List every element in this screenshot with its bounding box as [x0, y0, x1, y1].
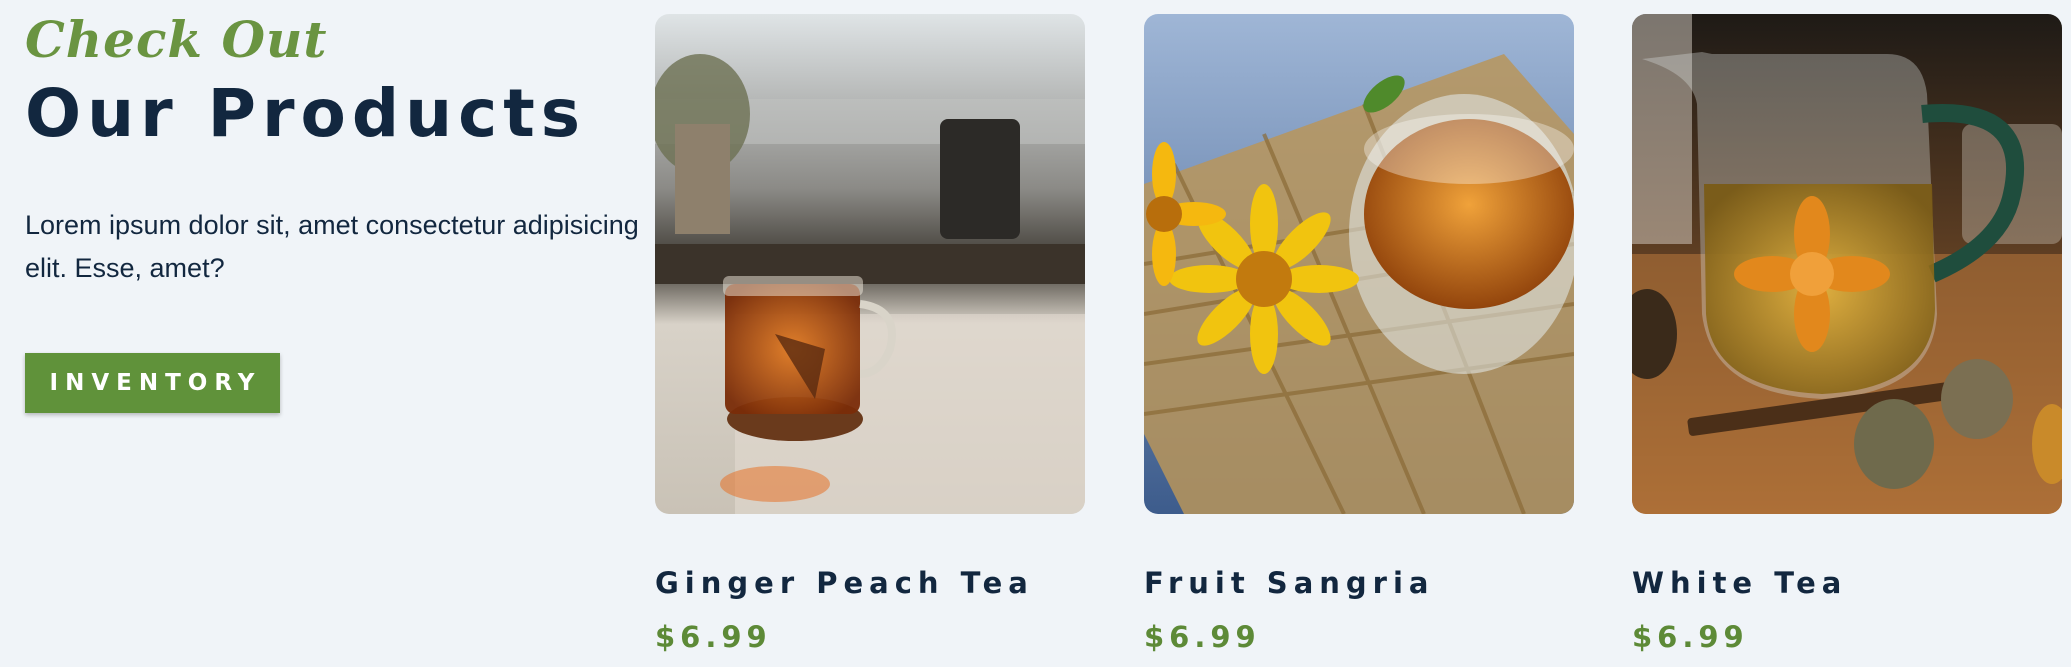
product-card-fruit-sangria[interactable]: Fruit Sangria $6.99	[1144, 14, 1574, 654]
product-image[interactable]	[1632, 14, 2062, 514]
product-price: $6.99	[655, 620, 772, 654]
product-name[interactable]: Ginger Peach Tea	[655, 566, 1085, 600]
product-card-white-tea[interactable]: White Tea $6.99	[1632, 14, 2062, 654]
intro-block: Check Out Our Products Lorem ipsum dolor…	[25, 10, 665, 290]
inventory-button[interactable]: INVENTORY	[25, 353, 280, 413]
product-name[interactable]: Fruit Sangria	[1144, 566, 1574, 600]
section-eyebrow: Check Out	[25, 10, 328, 69]
product-image[interactable]	[1144, 14, 1574, 514]
product-image[interactable]	[655, 14, 1085, 514]
section-title: Our Products	[25, 75, 587, 152]
product-price: $6.99	[1632, 620, 1749, 654]
product-card-ginger-peach-tea[interactable]: Ginger Peach Tea $6.99	[655, 14, 1085, 654]
products-section: Check Out Our Products Lorem ipsum dolor…	[0, 0, 2071, 667]
product-price: $6.99	[1144, 620, 1261, 654]
product-name[interactable]: White Tea	[1632, 566, 2062, 600]
section-description: Lorem ipsum dolor sit, amet consectetur …	[25, 210, 639, 283]
